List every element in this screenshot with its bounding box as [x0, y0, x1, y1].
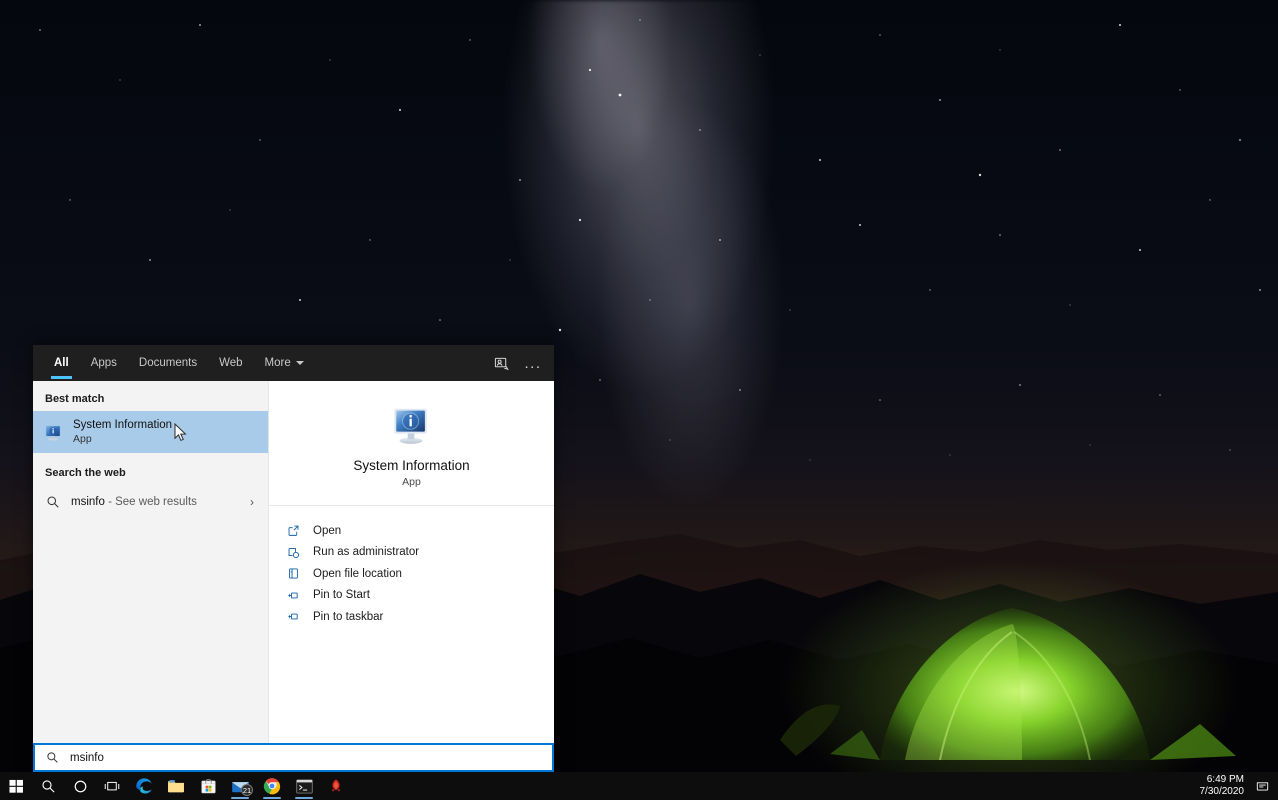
clock-time: 6:49 PM	[1206, 773, 1244, 785]
web-result-row[interactable]: msinfo - See web results ›	[33, 485, 268, 519]
taskbar[interactable]: 21 6:49 PM 7/30/2020	[0, 772, 1278, 800]
action-pin-to-start[interactable]: Pin to Start	[269, 585, 554, 607]
action-center-icon[interactable]	[1254, 780, 1270, 793]
start-button[interactable]	[0, 772, 32, 800]
result-system-information[interactable]: System Information App	[33, 411, 268, 453]
search-body: Best match System Information App Search…	[33, 381, 554, 743]
taskbar-spacer	[352, 772, 1200, 800]
more-options-icon[interactable]: ...	[518, 348, 548, 378]
best-match-heading: Best match	[45, 393, 105, 405]
running-indicator	[295, 797, 313, 799]
action-open-file-location-label: Open file location	[313, 567, 402, 580]
search-icon	[45, 494, 61, 510]
action-pin-to-start-label: Pin to Start	[313, 589, 370, 602]
search-icon	[45, 751, 59, 765]
search-results-column: Best match System Information App Search…	[33, 381, 269, 743]
pin-icon	[285, 587, 301, 603]
command-prompt-icon[interactable]	[288, 772, 320, 800]
mail-icon[interactable]: 21	[224, 772, 256, 800]
tab-all-label: All	[54, 357, 69, 369]
taskbar-left: 21	[0, 772, 352, 800]
clock-date: 7/30/2020	[1199, 786, 1245, 797]
action-run-as-administrator[interactable]: Run as administrator	[269, 542, 554, 564]
tab-apps-label: Apps	[90, 357, 117, 369]
search-input[interactable]	[70, 751, 542, 764]
web-query: msinfo	[71, 496, 105, 508]
action-open-file-location[interactable]: Open file location	[269, 563, 554, 585]
search-tabs: All Apps Documents Web More	[43, 345, 486, 381]
action-open[interactable]: Open	[269, 520, 554, 542]
tab-all[interactable]: All	[43, 345, 80, 381]
cortana-button[interactable]	[64, 772, 96, 800]
more-options-label: ...	[524, 354, 542, 372]
system-tray: 6:49 PM 7/30/2020	[1200, 772, 1278, 800]
app-actions: Open Run as administrator Open file loca…	[269, 506, 554, 628]
microsoft-edge-icon[interactable]	[128, 772, 160, 800]
microsoft-store-icon[interactable]	[192, 772, 224, 800]
action-open-label: Open	[313, 524, 342, 537]
running-indicator	[263, 797, 281, 799]
action-run-as-administrator-label: Run as administrator	[313, 546, 420, 559]
feedback-icon[interactable]	[486, 348, 516, 378]
chevron-down-icon	[295, 361, 304, 365]
system-information-icon	[43, 422, 63, 442]
app-preview: System Information App	[269, 381, 554, 506]
system-information-icon	[391, 404, 433, 446]
search-button[interactable]	[32, 772, 64, 800]
tab-apps[interactable]: Apps	[80, 345, 128, 381]
google-chrome-icon[interactable]	[256, 772, 288, 800]
tab-documents-label: Documents	[138, 357, 198, 369]
task-view-button[interactable]	[96, 772, 128, 800]
search-header-actions: ...	[486, 345, 548, 381]
search-preview-column: System Information App Open Run as admin…	[269, 381, 554, 743]
chevron-right-icon: ›	[250, 495, 254, 509]
tab-web-label: Web	[219, 357, 243, 369]
running-indicator	[231, 797, 249, 799]
tab-more[interactable]: More	[254, 345, 315, 381]
tab-more-label: More	[264, 357, 291, 369]
open-icon	[285, 523, 301, 539]
preview-subtitle: App	[402, 476, 421, 488]
file-explorer-icon[interactable]	[160, 772, 192, 800]
action-pin-to-taskbar-label: Pin to taskbar	[313, 610, 384, 623]
app-icon[interactable]	[320, 772, 352, 800]
mail-badge: 21	[241, 784, 253, 796]
search-the-web-heading: Search the web	[45, 467, 126, 479]
shield-run-icon	[285, 544, 301, 560]
result-subtitle: App	[73, 432, 92, 445]
web-result-label: msinfo - See web results	[71, 496, 240, 508]
preview-title: System Information	[353, 458, 470, 473]
search-header: All Apps Documents Web More ...	[33, 345, 554, 381]
action-pin-to-taskbar[interactable]: Pin to taskbar	[269, 606, 554, 628]
web-suffix: - See web results	[108, 496, 197, 508]
search-box[interactable]	[33, 743, 554, 772]
tab-web[interactable]: Web	[208, 345, 253, 381]
pin-icon	[285, 609, 301, 625]
result-title: System Information	[73, 419, 173, 432]
taskbar-clock[interactable]: 6:49 PM 7/30/2020	[1200, 774, 1245, 799]
folder-location-icon	[285, 566, 301, 582]
tab-documents[interactable]: Documents	[128, 345, 208, 381]
result-text: System Information App	[73, 418, 172, 446]
search-flyout[interactable]: All Apps Documents Web More ... Best mat…	[33, 345, 554, 772]
